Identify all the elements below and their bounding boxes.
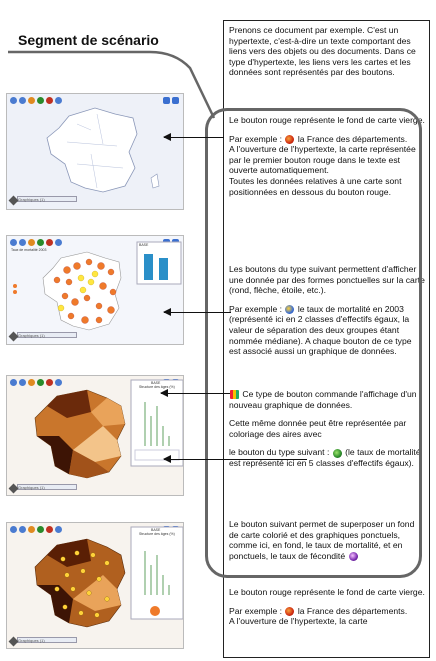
para-fond1: Le bouton rouge représente le fond de ca… [229, 115, 425, 197]
map2-chart-title: BASE [139, 243, 149, 247]
graphiques-select[interactable]: Graphiques (1) [17, 332, 77, 338]
red-map-button-icon[interactable] [285, 134, 295, 144]
arrow-1 [163, 133, 224, 141]
area-data-button-icon[interactable] [332, 448, 342, 458]
map4-chart-subtitle: Structure des âges (%) [139, 532, 175, 536]
graphiques-select[interactable]: Graphiques (1) [17, 637, 77, 643]
para-intro: Prenons ce document par exemple. C'est u… [229, 25, 416, 78]
para-superp: Le bouton suivant permet de superposer u… [229, 519, 415, 562]
para-graph: Ce type de bouton commande l'affichage d… [229, 389, 421, 468]
arrow-2 [163, 308, 231, 316]
heading-title: Segment de scénario [18, 32, 159, 48]
france-outline [46, 107, 160, 193]
overlay-button-icon[interactable] [348, 552, 358, 562]
graphiques-select[interactable]: Graphiques (1) [17, 484, 77, 490]
red-map-button-icon[interactable] [285, 606, 295, 616]
france-points [13, 241, 182, 331]
arrow-3 [160, 389, 230, 397]
arrow-4 [163, 455, 307, 463]
para-fond2: Le bouton rouge représente le fond de ca… [229, 587, 425, 627]
france-choropleth [34, 379, 183, 479]
chart-button-icon[interactable] [230, 390, 239, 400]
map-blank-france[interactable]: Graphiques (1) [6, 93, 184, 210]
map3-chart-subtitle: Structure des âges (%) [139, 385, 175, 389]
para-ponct: Les boutons du type suivant permettent d… [229, 264, 425, 357]
map-overlay[interactable]: BASE Structure des âges (%) Graphiques (… [6, 522, 184, 649]
map-point-mortality[interactable]: Taux de mortalité 2003 BASE Graphiques (… [6, 235, 184, 345]
graphiques-select[interactable]: Graphiques (1) [17, 196, 77, 202]
france-overlay [34, 526, 183, 628]
point-data-button-icon[interactable] [285, 305, 295, 315]
map-area-mortality[interactable]: BASE Structure des âges (%) Graphiques (… [6, 375, 184, 496]
